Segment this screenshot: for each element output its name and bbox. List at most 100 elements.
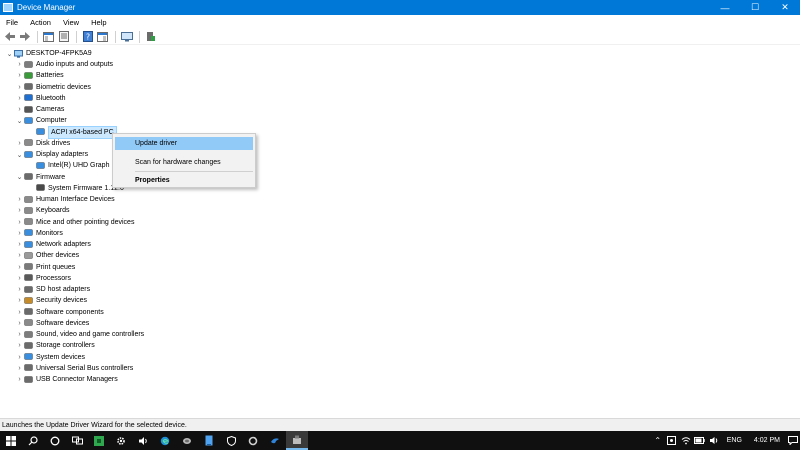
expand-chevron-icon[interactable]: › <box>15 70 24 81</box>
expand-chevron-icon[interactable]: › <box>15 352 24 363</box>
tree-category-item[interactable]: › Universal Serial Bus controllers <box>15 363 133 374</box>
action-pane-button[interactable] <box>96 31 109 43</box>
expand-chevron-icon[interactable]: › <box>15 228 24 239</box>
tree-category-item[interactable]: › Human Interface Devices <box>15 194 115 205</box>
expand-chevron-icon[interactable]: › <box>15 138 24 149</box>
expand-chevron-icon[interactable]: › <box>15 329 24 340</box>
tree-category-item[interactable]: › Storage controllers <box>15 340 95 351</box>
properties-toolbar-button[interactable] <box>57 31 70 43</box>
input-language[interactable]: ENG <box>721 437 748 444</box>
update-driver-menu-item[interactable]: Update driver <box>115 137 253 150</box>
tree-category-item[interactable]: › Monitors <box>15 228 63 239</box>
scan-hardware-menu-item[interactable]: Scan for hardware changes <box>115 156 253 169</box>
tree-item-label: Bluetooth <box>36 94 66 102</box>
expand-chevron-icon[interactable]: › <box>15 273 24 284</box>
help-toolbar-button[interactable]: ? <box>81 31 94 43</box>
menu-file[interactable]: File <box>0 18 24 27</box>
forward-button[interactable] <box>18 31 31 43</box>
back-button[interactable] <box>3 31 16 43</box>
menu-help[interactable]: Help <box>85 18 112 27</box>
taskbar-device-manager[interactable] <box>286 431 308 450</box>
expand-chevron-icon[interactable]: › <box>15 262 24 273</box>
start-button[interactable] <box>0 431 22 450</box>
menu-view[interactable]: View <box>57 18 85 27</box>
show-hidden-icons-button[interactable]: ⌃ <box>651 431 665 450</box>
maximize-button[interactable]: ☐ <box>740 0 770 15</box>
taskbar-app-bird[interactable] <box>264 431 286 450</box>
taskbar-settings[interactable] <box>110 431 132 450</box>
task-view-button[interactable] <box>66 431 88 450</box>
expand-chevron-icon[interactable]: › <box>15 307 24 318</box>
expand-chevron-icon[interactable]: › <box>15 104 24 115</box>
update-driver-toolbar-button[interactable] <box>144 31 157 43</box>
ring-app-icon <box>248 436 258 445</box>
tree-category-item[interactable]: › SD host adapters <box>15 284 90 295</box>
expand-chevron-icon[interactable]: › <box>15 363 24 374</box>
expand-chevron-icon[interactable]: › <box>15 205 24 216</box>
taskbar-media-player[interactable] <box>132 431 154 450</box>
close-button[interactable]: ✕ <box>770 0 800 15</box>
collapse-chevron-icon[interactable]: ⌄ <box>15 115 24 126</box>
collapse-chevron-icon[interactable]: ⌄ <box>15 149 24 160</box>
taskbar-app-leaf[interactable] <box>176 431 198 450</box>
expand-chevron-icon[interactable]: › <box>15 340 24 351</box>
battery-button[interactable] <box>693 431 707 450</box>
search-button[interactable] <box>22 431 44 450</box>
tree-category-item[interactable]: › Disk drives <box>15 138 70 149</box>
tree-category-item[interactable]: › Mice and other pointing devices <box>15 217 134 228</box>
expand-chevron-icon[interactable]: › <box>15 82 24 93</box>
tree-child-item[interactable]: ACPI x64-based PC <box>36 125 117 139</box>
expand-chevron-icon[interactable]: › <box>15 194 24 205</box>
minimize-button[interactable]: — <box>710 0 740 15</box>
menu-action[interactable]: Action <box>24 18 57 27</box>
tree-category-item[interactable]: › System devices <box>15 352 85 363</box>
tree-category-item[interactable]: › Batteries <box>15 70 64 81</box>
tree-category-item[interactable]: › Security devices <box>15 295 87 306</box>
expand-chevron-icon[interactable]: › <box>15 318 24 329</box>
tree-item-label: Batteries <box>36 72 64 80</box>
taskbar-app-ring[interactable] <box>242 431 264 450</box>
expand-chevron-icon[interactable]: › <box>15 295 24 306</box>
notifications-button[interactable] <box>786 431 800 450</box>
wifi-icon <box>681 437 691 445</box>
tree-category-item[interactable]: › Software devices <box>15 318 89 329</box>
tree-category-item[interactable]: ⌄ Firmware <box>15 172 65 183</box>
tree-root[interactable]: ⌄ DESKTOP-4FPK5A9 <box>5 48 92 59</box>
collapse-chevron-icon[interactable]: ⌄ <box>5 48 14 59</box>
tree-category-item[interactable]: › Keyboards <box>15 205 69 216</box>
expand-chevron-icon[interactable]: › <box>15 284 24 295</box>
volume-button[interactable] <box>707 431 721 450</box>
expand-chevron-icon[interactable]: › <box>15 250 24 261</box>
tree-category-item[interactable]: › USB Connector Managers <box>15 374 118 385</box>
tree-child-item[interactable]: System Firmware 1.12.0 <box>36 183 124 194</box>
taskbar-security[interactable] <box>220 431 242 450</box>
tree-child-item[interactable]: Intel(R) UHD Graph <box>36 160 109 171</box>
tree-category-item[interactable]: › Print queues <box>15 262 75 273</box>
expand-chevron-icon[interactable]: › <box>15 239 24 250</box>
taskbar-edge[interactable] <box>154 431 176 450</box>
taskbar-app-green[interactable] <box>88 431 110 450</box>
tree-category-item[interactable]: › Audio inputs and outputs <box>15 59 113 70</box>
tree-category-item[interactable]: › Network adapters <box>15 239 91 250</box>
wifi-button[interactable] <box>679 431 693 450</box>
expand-chevron-icon[interactable]: › <box>15 217 24 228</box>
clock[interactable]: 4:02 PM <box>748 437 786 444</box>
tree-category-item[interactable]: › Other devices <box>15 250 79 261</box>
tree-category-item[interactable]: › Software components <box>15 307 104 318</box>
tree-category-item[interactable]: › Sound, video and game controllers <box>15 329 144 340</box>
collapse-chevron-icon[interactable]: ⌄ <box>15 172 24 183</box>
expand-chevron-icon[interactable]: › <box>15 59 24 70</box>
expand-chevron-icon[interactable]: › <box>15 374 24 385</box>
taskbar-app-blue[interactable] <box>198 431 220 450</box>
tray-app-button[interactable] <box>665 431 679 450</box>
tree-category-item[interactable]: › Cameras <box>15 104 64 115</box>
scan-hardware-button[interactable] <box>120 31 133 43</box>
tree-category-item[interactable]: › Biometric devices <box>15 82 91 93</box>
show-hide-console-tree-button[interactable] <box>42 31 55 43</box>
tree-category-item[interactable]: ⌄ Display adapters <box>15 149 88 160</box>
expand-chevron-icon[interactable]: › <box>15 93 24 104</box>
cortana-button[interactable] <box>44 431 66 450</box>
tree-category-item[interactable]: › Processors <box>15 273 71 284</box>
tree-category-item[interactable]: › Bluetooth <box>15 93 66 104</box>
properties-menu-item[interactable]: Properties <box>115 174 253 187</box>
